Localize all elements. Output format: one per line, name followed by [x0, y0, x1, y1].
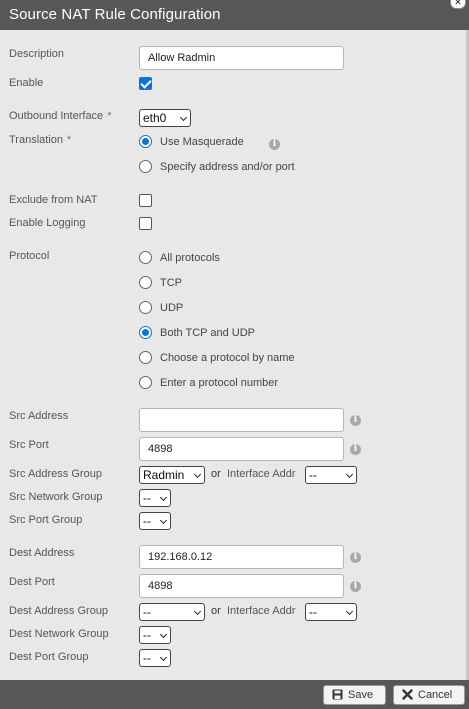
dest-interface-addr-value: -- — [309, 605, 317, 619]
dest-port-group-value: -- — [143, 651, 151, 665]
translation-label-text: Translation — [9, 134, 64, 146]
info-icon[interactable]: i — [269, 139, 280, 150]
outbound-interface-label: Outbound Interface * — [9, 110, 111, 122]
or-text: or — [211, 605, 221, 617]
protocol-option-both: Both TCP and UDP — [160, 327, 255, 339]
src-address-group-label: Src Address Group — [9, 468, 102, 480]
enable-label: Enable — [9, 77, 44, 89]
protocol-option-udp: UDP — [160, 302, 184, 314]
chevron-down-icon — [159, 653, 168, 662]
dest-port-label: Dest Port — [9, 576, 55, 588]
info-icon[interactable]: i — [350, 552, 361, 563]
protocol-radio-by-number[interactable] — [139, 376, 152, 389]
exclude-from-nat-label: Exclude from NAT — [9, 194, 98, 206]
src-network-group-value: -- — [143, 491, 151, 505]
dest-network-group-select[interactable]: -- — [139, 626, 171, 644]
dest-port-input[interactable]: 4898 — [139, 574, 344, 598]
src-address-group-select[interactable]: Radmin — [139, 466, 205, 484]
close-icon[interactable]: ✕ — [450, 0, 466, 9]
dialog-footer: Save Cancel — [0, 680, 469, 709]
protocol-radio-both[interactable] — [139, 326, 152, 339]
required-marker: * — [67, 134, 72, 146]
dest-port-group-select[interactable]: -- — [139, 649, 171, 667]
protocol-label: Protocol — [9, 250, 50, 262]
translation-radio-masquerade[interactable] — [139, 135, 152, 148]
src-port-group-value: -- — [143, 514, 151, 528]
src-port-input[interactable]: 4898 — [139, 437, 344, 461]
chevron-down-icon — [159, 493, 168, 502]
translation-option-specify: Specify address and/or port — [160, 161, 295, 173]
chevron-down-icon — [193, 607, 202, 616]
protocol-option-by-number: Enter a protocol number — [160, 377, 279, 389]
chevron-down-icon — [179, 113, 188, 122]
dest-network-group-label: Dest Network Group — [9, 628, 109, 640]
protocol-radio-udp[interactable] — [139, 301, 152, 314]
outbound-interface-select[interactable]: eth0 — [139, 109, 191, 127]
cancel-button[interactable]: Cancel — [393, 685, 465, 705]
dest-address-input[interactable]: 192.168.0.12 — [139, 545, 344, 569]
src-interface-addr-label: Interface Addr — [227, 468, 296, 480]
outbound-interface-label-text: Outbound Interface — [9, 110, 104, 122]
translation-option-masquerade: Use Masquerade — [160, 136, 244, 148]
translation-label: Translation * — [9, 134, 71, 146]
protocol-radio-tcp[interactable] — [139, 276, 152, 289]
exclude-from-nat-checkbox[interactable] — [139, 194, 152, 207]
save-icon — [332, 689, 343, 700]
src-interface-addr-value: -- — [309, 468, 317, 482]
dest-interface-addr-select[interactable]: -- — [305, 603, 357, 621]
x-icon — [402, 689, 413, 700]
src-port-group-select[interactable]: -- — [139, 512, 171, 530]
src-address-group-value: Radmin — [143, 468, 185, 482]
src-address-label: Src Address — [9, 410, 69, 422]
translation-radio-specify[interactable] — [139, 160, 152, 173]
chevron-down-icon — [345, 470, 354, 479]
chevron-down-icon — [159, 516, 168, 525]
dest-network-group-value: -- — [143, 628, 151, 642]
src-network-group-select[interactable]: -- — [139, 489, 171, 507]
info-icon[interactable]: i — [350, 415, 361, 426]
or-text: or — [211, 468, 221, 480]
dest-address-group-value: -- — [143, 605, 151, 619]
src-port-label: Src Port — [9, 439, 49, 451]
save-button-label: Save — [348, 689, 374, 701]
src-port-group-label: Src Port Group — [9, 514, 83, 526]
enable-logging-checkbox[interactable] — [139, 217, 152, 230]
enable-logging-label: Enable Logging — [9, 217, 86, 229]
enable-checkbox[interactable] — [139, 77, 152, 90]
protocol-radio-by-name[interactable] — [139, 351, 152, 364]
description-input[interactable]: Allow Radmin — [139, 46, 344, 70]
protocol-option-tcp: TCP — [160, 277, 182, 289]
outbound-interface-value: eth0 — [143, 111, 167, 125]
protocol-option-all: All protocols — [160, 252, 220, 264]
dest-interface-addr-label: Interface Addr — [227, 605, 296, 617]
dialog-title: Source NAT Rule Configuration — [9, 6, 221, 23]
info-icon[interactable]: i — [350, 581, 361, 592]
src-network-group-label: Src Network Group — [9, 491, 103, 503]
dialog-titlebar: Source NAT Rule Configuration ✕ — [0, 0, 469, 30]
protocol-radio-all[interactable] — [139, 251, 152, 264]
info-icon[interactable]: i — [350, 444, 361, 455]
cancel-button-label: Cancel — [418, 689, 453, 701]
chevron-down-icon — [159, 630, 168, 639]
dest-address-group-label: Dest Address Group — [9, 605, 109, 617]
dest-port-group-label: Dest Port Group — [9, 651, 89, 663]
chevron-down-icon — [193, 470, 202, 479]
dest-address-group-select[interactable]: -- — [139, 603, 205, 621]
description-label: Description — [9, 48, 65, 60]
chevron-down-icon — [345, 607, 354, 616]
protocol-option-by-name: Choose a protocol by name — [160, 352, 295, 364]
src-interface-addr-select[interactable]: -- — [305, 466, 357, 484]
save-button[interactable]: Save — [323, 685, 386, 705]
dest-address-label: Dest Address — [9, 547, 75, 559]
required-marker: * — [107, 110, 112, 122]
src-address-input[interactable] — [139, 408, 344, 432]
